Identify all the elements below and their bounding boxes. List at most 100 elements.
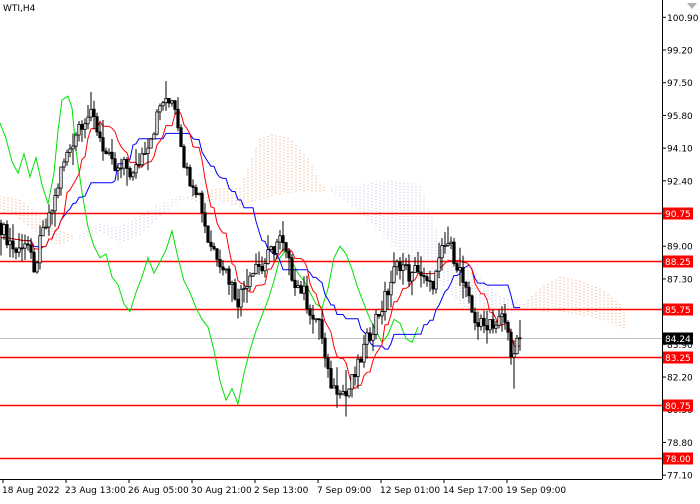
candle-body: [242, 288, 246, 290]
x-tick-label: 23 Aug 13:00: [65, 486, 126, 496]
candle-body: [272, 246, 276, 254]
candle-body: [110, 151, 114, 160]
candle-body: [257, 264, 261, 267]
candle: [179, 124, 183, 148]
level-tag-label: 78.00: [665, 455, 691, 465]
y-tick-label: 87.30: [667, 275, 693, 285]
candle-body: [371, 333, 375, 341]
candle-body: [260, 265, 264, 272]
candle-body: [335, 385, 339, 395]
candle-body: [281, 235, 285, 244]
candle-body: [170, 100, 174, 104]
y-tick-label: 82.20: [667, 374, 693, 384]
x-tick-label: 7 Sep 09:00: [317, 486, 372, 496]
candle-body: [410, 272, 414, 282]
candle-body: [359, 358, 363, 363]
candle-body: [425, 276, 429, 282]
candle-body: [299, 285, 303, 294]
candle-body: [113, 158, 117, 171]
candle-body: [230, 282, 234, 285]
candle: [188, 164, 192, 188]
candle-body: [449, 241, 453, 245]
candle-body: [71, 145, 75, 150]
candle-body: [176, 108, 180, 129]
candle-body: [215, 248, 219, 260]
candle-body: [137, 164, 141, 167]
candle-body: [485, 325, 489, 331]
price-chart[interactable]: 100.90 99.20 97.50 95.80 94.10 92.40 90.75 89.0…: [0, 0, 700, 500]
candle-body: [440, 245, 444, 259]
candle-body: [146, 147, 150, 154]
candle-body: [353, 374, 357, 378]
level-tag: 78.00: [663, 452, 693, 465]
candle-body: [131, 172, 135, 178]
candle-body: [491, 319, 495, 329]
candle-body: [311, 314, 315, 320]
candle-body: [14, 248, 18, 253]
candle-body: [266, 249, 270, 264]
x-tick-label: 30 Aug 21:00: [191, 486, 252, 496]
candle-body: [38, 235, 42, 264]
candle-body: [314, 318, 318, 321]
candle-body: [452, 241, 456, 264]
candle-body: [182, 146, 186, 168]
candle-body: [206, 225, 210, 243]
candle-body: [503, 313, 507, 323]
candle-body: [41, 226, 45, 237]
candle-body: [473, 311, 477, 324]
candle-body: [188, 167, 192, 187]
level-tag: 85.75: [663, 303, 693, 316]
candle-body: [53, 195, 57, 212]
y-tick-label: 100.90: [667, 14, 699, 24]
current-price-tag: 84.24: [663, 332, 693, 345]
candle-body: [29, 244, 33, 253]
candle-body: [443, 245, 447, 247]
candle-body: [305, 285, 309, 310]
candle-body: [8, 240, 12, 246]
candle-body: [62, 161, 66, 168]
candle-body: [263, 263, 267, 272]
y-tick-label: 97.50: [667, 79, 693, 89]
level-tag-label: 90.75: [665, 210, 691, 220]
level-tag-label: 80.75: [665, 402, 691, 412]
candle-body: [386, 290, 390, 296]
candle-body: [461, 267, 465, 283]
candle-body: [419, 271, 423, 276]
candle-body: [296, 285, 300, 288]
candle-body: [149, 138, 153, 149]
candle-body: [122, 158, 126, 169]
x-tick-label: 26 Aug 05:00: [128, 486, 189, 496]
candle-body: [158, 105, 162, 113]
candle-body: [278, 235, 282, 243]
candle: [290, 253, 294, 282]
candle-body: [287, 250, 291, 259]
candle-body: [350, 374, 354, 390]
candle-body: [155, 111, 159, 135]
y-tick-label: 92.40: [667, 177, 693, 187]
candle-body: [59, 166, 63, 189]
level-tag: 90.75: [663, 207, 693, 220]
candle-body: [11, 240, 15, 250]
candle-body: [374, 313, 378, 335]
candle-body: [68, 148, 72, 153]
time-axis: 18 Aug 2022 23 Aug 13:00 26 Aug 05:00 30 Au…: [2, 479, 566, 496]
candle-body: [95, 116, 99, 133]
candle-body: [254, 264, 258, 274]
candle-body: [518, 337, 522, 340]
candle-body: [290, 257, 294, 281]
candle-body: [416, 265, 420, 273]
candle: [197, 192, 201, 196]
y-tick-label: 78.80: [667, 439, 693, 449]
candle-body: [239, 288, 243, 308]
scroll-triangle-icon[interactable]: [687, 3, 697, 9]
candle: [251, 272, 255, 277]
chart-svg[interactable]: 100.90 99.20 97.50 95.80 94.10 92.40 90.75 89.0…: [0, 0, 700, 500]
candle-body: [401, 264, 405, 272]
x-tick-label: 14 Sep 17:00: [443, 486, 503, 496]
y-tick-label: 94.10: [667, 145, 693, 155]
candle-body: [494, 324, 498, 329]
candle-body: [446, 243, 450, 246]
candle-body: [317, 318, 321, 321]
candle-body: [434, 270, 438, 290]
candle-body: [512, 353, 516, 358]
